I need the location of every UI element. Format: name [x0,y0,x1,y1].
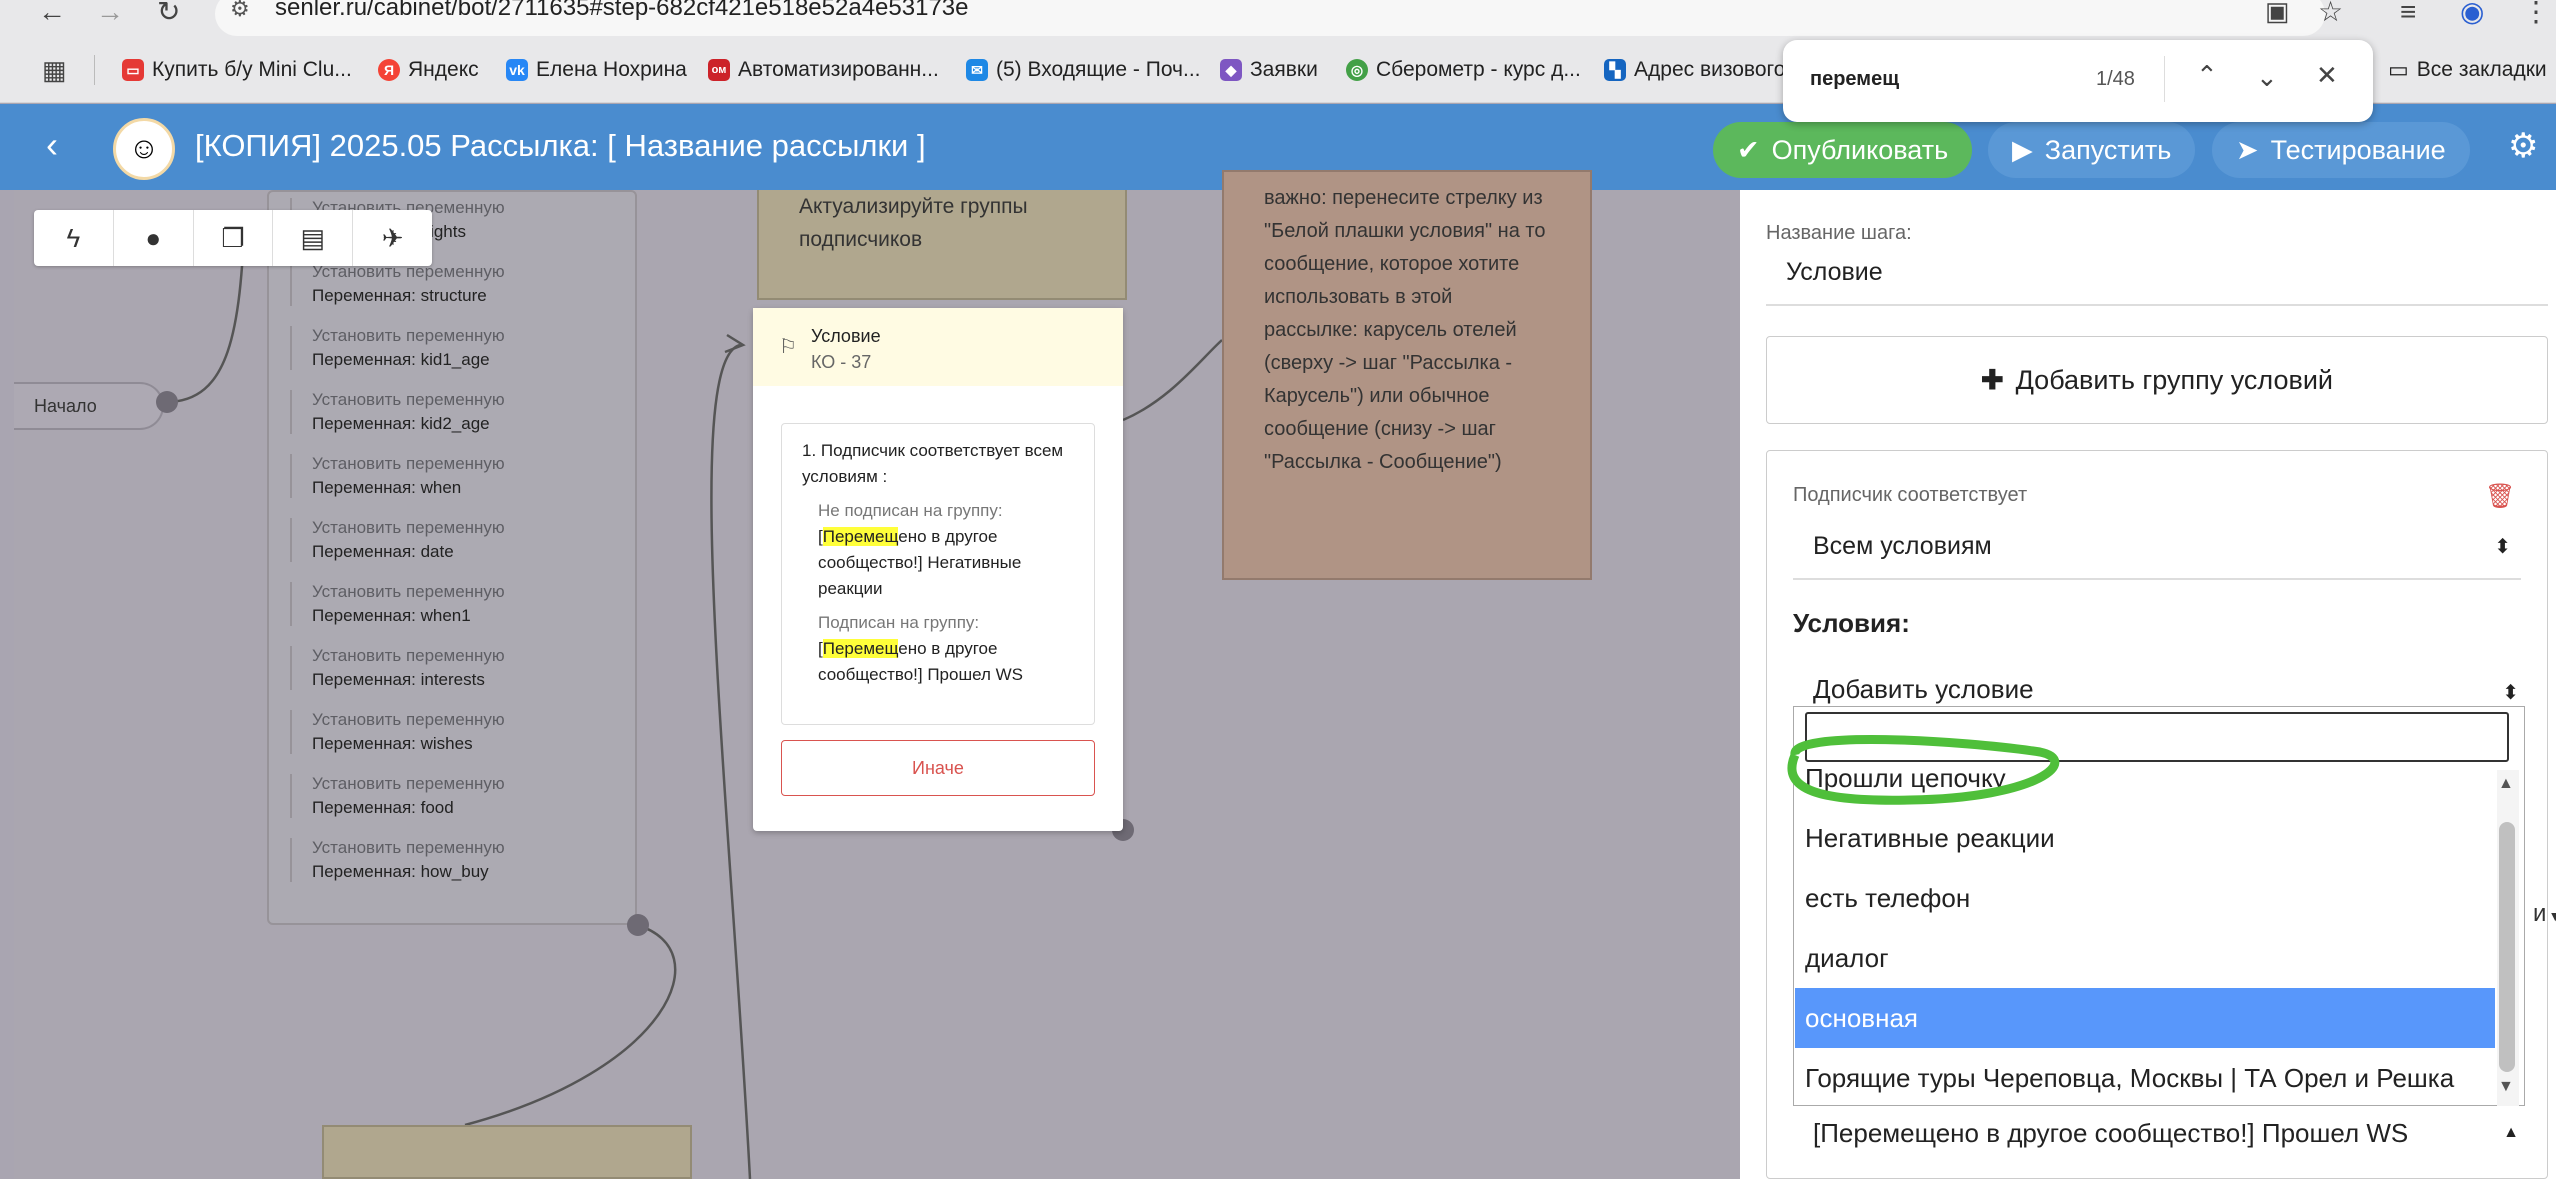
find-input[interactable]: перемещ [1810,68,1899,91]
hand-drawn-circle [1787,735,2060,805]
chevron-up-icon: ▲ [2503,1124,2519,1141]
find-previous-icon[interactable]: ⌃ [2196,60,2218,91]
find-divider [2164,56,2165,102]
find-next-icon[interactable]: ⌄ [2256,62,2278,93]
find-count: 1/48 [2096,68,2135,90]
chevron-down-icon: ▼ [2548,908,2556,924]
selected-group-field[interactable]: [Перемещено в другое сообщество!] Прошел… [1813,1118,2521,1149]
cut-off-text: и ▼ [2533,900,2556,928]
find-close-icon[interactable]: ✕ [2316,60,2338,91]
green-annotation [1787,735,2060,805]
